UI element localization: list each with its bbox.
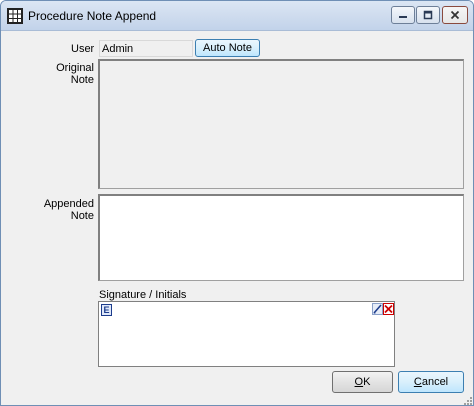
cancel-button[interactable]: Cancel bbox=[398, 371, 464, 393]
maximize-button[interactable] bbox=[416, 6, 440, 24]
appended-note-label: Appended Note bbox=[43, 198, 94, 222]
clear-x-icon[interactable] bbox=[383, 303, 394, 315]
ok-label-rest: K bbox=[363, 376, 371, 388]
title-bar: Procedure Note Append bbox=[1, 1, 473, 31]
maximize-icon bbox=[423, 10, 433, 20]
grid-icon bbox=[7, 8, 23, 24]
ok-button[interactable]: OK bbox=[332, 371, 393, 393]
original-note-field[interactable] bbox=[98, 59, 464, 189]
user-field: Admin bbox=[99, 40, 193, 57]
cancel-access-key: C bbox=[413, 376, 422, 388]
signature-mode-badge[interactable]: E bbox=[101, 304, 112, 316]
original-note-label: Original Note bbox=[56, 62, 94, 86]
pen-icon[interactable] bbox=[372, 303, 383, 315]
minimize-icon bbox=[399, 16, 407, 18]
user-label: User bbox=[71, 43, 95, 55]
close-icon bbox=[450, 10, 460, 20]
signature-pad[interactable]: E bbox=[98, 301, 395, 367]
appended-note-field[interactable] bbox=[98, 194, 464, 281]
close-button[interactable] bbox=[442, 6, 468, 24]
signature-label: Signature / Initials bbox=[99, 289, 187, 301]
resize-grip[interactable] bbox=[462, 395, 473, 405]
ok-access-key: O bbox=[354, 376, 364, 388]
cancel-label-rest: ancel bbox=[421, 376, 449, 388]
procedure-note-append-window: Procedure Note Append User Admin Auto No… bbox=[0, 0, 474, 406]
auto-note-button[interactable]: Auto Note bbox=[195, 39, 260, 57]
minimize-button[interactable] bbox=[391, 6, 415, 24]
window-title: Procedure Note Append bbox=[28, 9, 157, 23]
